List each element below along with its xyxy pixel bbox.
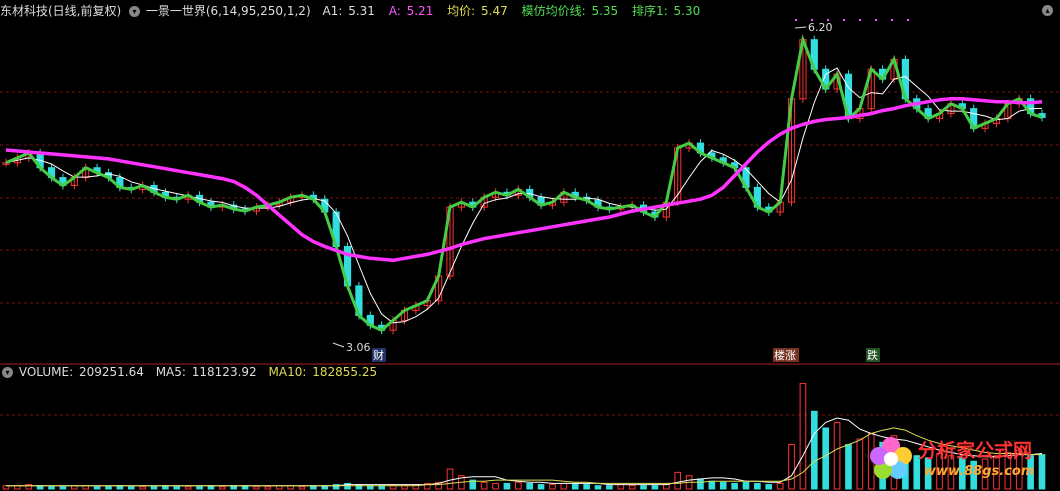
mark-fall: 跌 [867, 348, 878, 362]
avg-label: 均价: [447, 4, 476, 18]
volume-bar [810, 410, 818, 490]
indicator-dropdown-icon[interactable]: ▾ [129, 6, 141, 17]
collapse-icon[interactable]: ▴ [1042, 5, 1053, 16]
volume-bar [845, 444, 852, 490]
mimic-value: 5.35 [591, 4, 619, 18]
a1-value: 5.31 [348, 4, 375, 18]
volume-bar [184, 486, 192, 490]
indicator-name: 一景一世界(6,14,95,250,1,2) [145, 4, 311, 18]
a1-label: A1: [322, 4, 343, 18]
volume-bar [822, 427, 830, 490]
volume-bar [765, 484, 773, 490]
volume-header: ▾ VOLUME: 209251.64 MA5: 118123.92 MA10:… [0, 363, 379, 381]
stock-title: 东材科技(日线,前复权) [0, 4, 122, 18]
volume-bar [719, 481, 727, 490]
high-price-label: 6.20 [808, 21, 833, 34]
volume-bar [833, 421, 841, 490]
volume-dropdown-icon[interactable]: ▾ [2, 367, 13, 378]
avg-value: 5.47 [481, 4, 508, 18]
volume-bar [651, 485, 659, 490]
volume-label: VOLUME: [18, 365, 74, 379]
volume-bar [731, 482, 738, 490]
volume-bar [674, 471, 682, 490]
volume-bar [856, 438, 864, 490]
volume-bar [708, 480, 716, 490]
ma10-value: 182855.25 [312, 365, 378, 379]
top-marker-dot [875, 19, 877, 21]
top-marker-dot [907, 19, 909, 21]
top-marker-dot [843, 19, 845, 21]
volume-bar [742, 481, 750, 490]
ma5-value: 118123.92 [191, 365, 257, 379]
volume-bar [662, 484, 670, 490]
volume-bar [93, 486, 101, 490]
volume-bar [173, 486, 181, 490]
volume-bar [697, 478, 704, 490]
price-lines [5, 19, 1043, 332]
volume-bar [514, 481, 522, 490]
volume-bar [264, 486, 272, 490]
price-candles [2, 35, 1046, 335]
ma5-label: MA5: [155, 365, 186, 379]
volume-bar [218, 486, 226, 490]
volume-bar [48, 486, 55, 490]
volume-bar [59, 486, 67, 490]
top-marker-dot [859, 19, 861, 21]
volume-bar [788, 444, 795, 490]
volume-bar [583, 484, 590, 490]
top-marker-dot [795, 19, 797, 21]
volume-bar [480, 481, 488, 490]
a-value: 5.21 [406, 4, 434, 18]
volume-bar [594, 485, 602, 490]
watermark: 分析家公式网 www.88gs.com [866, 430, 1058, 488]
price-line [5, 34, 1043, 332]
watermark-title: 分析家公式网 [918, 440, 1033, 462]
volume-bar [606, 485, 613, 490]
volume-bar [446, 468, 454, 490]
ma10-label: MA10: [268, 365, 307, 379]
volume-bar [526, 482, 534, 490]
volume-bar [139, 486, 146, 490]
volume-bar [127, 486, 135, 490]
price-header: 东材科技(日线,前复权) ▾ 一景一世界(6,14,95,250,1,2) A1… [0, 2, 702, 20]
volume-bar [754, 482, 761, 490]
volume-bar [492, 482, 499, 490]
stock-chart: 6.20 3.06 财 楼涨 跌 [0, 19, 1060, 490]
top-marker-dot [891, 19, 893, 21]
watermark-url: www.88gs.com [924, 464, 1035, 479]
volume-bar [776, 482, 784, 490]
rank-value: 5.30 [673, 4, 701, 18]
volume-bar [196, 486, 203, 490]
mimic-label: 模仿均价线: [521, 4, 586, 18]
flower-logo-icon [870, 437, 912, 479]
low-price-pointer [332, 342, 345, 348]
a-label: A: [388, 4, 401, 18]
avg-price-line [5, 97, 1043, 263]
volume-value: 209251.64 [78, 365, 144, 379]
volume-bar [105, 486, 112, 490]
volume-bar [571, 482, 579, 490]
volume-bar [150, 486, 158, 490]
volume-bar [537, 484, 545, 490]
volume-bar [628, 485, 636, 490]
volume-bar [560, 482, 568, 490]
rank-label: 排序1: [632, 4, 668, 18]
high-price-pointer [794, 26, 807, 29]
volume-bar [640, 485, 647, 490]
volume-bar [503, 482, 511, 490]
mark-cai: 财 [373, 348, 384, 362]
mark-limit-up: 楼涨 [774, 348, 796, 362]
low-price-label: 3.06 [346, 341, 371, 354]
volume-bar [617, 484, 625, 490]
volume-bar [549, 484, 556, 490]
volume-bar [298, 486, 306, 490]
volume-bar [253, 486, 260, 490]
